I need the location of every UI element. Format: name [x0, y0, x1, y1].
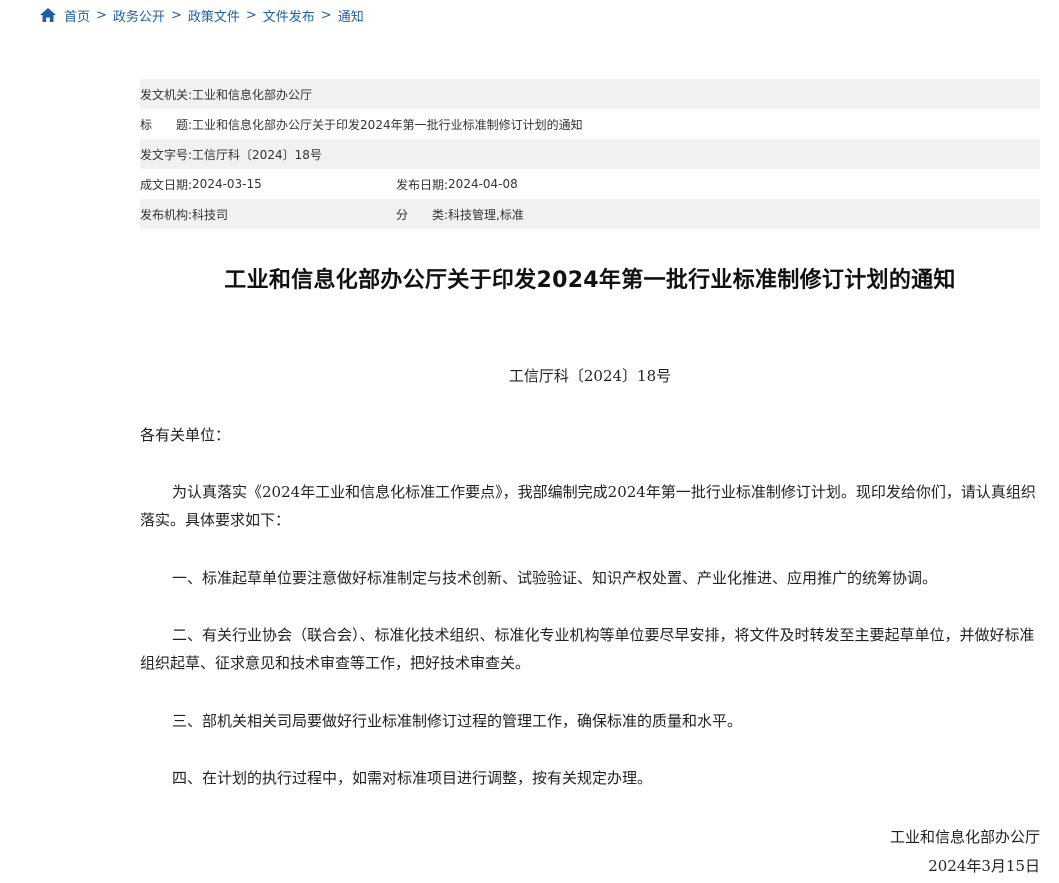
meta-row-title: 标 题: 工业和信息化部办公厅关于印发2024年第一批行业标准制修订计划的通知 — [140, 109, 1040, 139]
requirement-item-4: 四、在计划的执行过程中，如需对标准项目进行调整，按有关规定办理。 — [172, 769, 653, 787]
issuer-label: 发文机关: — [140, 87, 193, 102]
intro-paragraph: 为认真落实《2024年工业和信息化标准工作要点》，我部编制完成2024年第一批行… — [140, 483, 1036, 529]
published-date-label: 发布日期: — [396, 177, 449, 192]
title-value: 工业和信息化部办公厅关于印发2024年第一批行业标准制修订计划的通知 — [192, 117, 583, 132]
meta-row-issuer: 发文机关: 工业和信息化部办公厅 — [140, 79, 1040, 109]
meta-row-agency: 发布机构: 科技司 分 类: 科技管理,标准 — [140, 199, 1040, 229]
breadcrumb-separator: > — [170, 7, 182, 23]
signer: 工业和信息化部办公厅 — [889, 828, 1040, 846]
category-label: 分 类: — [396, 207, 449, 222]
document-number: 工信厅科〔2024〕18号 — [508, 367, 672, 385]
breadcrumb-policy-files-link[interactable]: 政策文件 — [188, 6, 240, 25]
published-date-value: 2024-04-08 — [448, 177, 518, 191]
breadcrumb-notice-link[interactable]: 通知 — [338, 6, 364, 25]
salutation: 各有关单位： — [140, 426, 231, 444]
requirement-item-1: 一、标准起草单位要注意做好标准制定与技术创新、试验验证、知识产权处置、产业化推进… — [172, 569, 938, 587]
breadcrumb-file-release-link[interactable]: 文件发布 — [263, 6, 315, 25]
meta-row-docno: 发文字号: 工信厅科〔2024〕18号 — [140, 139, 1040, 169]
breadcrumb-home-link[interactable]: 首页 — [64, 6, 90, 25]
breadcrumb: 首页 > 政务公开 > 政策文件 > 文件发布 > 通知 — [40, 5, 364, 25]
created-date-label: 成文日期: — [140, 177, 193, 192]
meta-row-dates: 成文日期: 2024-03-15 发布日期: 2024-04-08 — [140, 169, 1040, 199]
agency-value: 科技司 — [192, 207, 229, 222]
docno-label: 发文字号: — [140, 147, 193, 162]
breadcrumb-gov-affairs-link[interactable]: 政务公开 — [113, 6, 165, 25]
home-icon[interactable] — [40, 8, 56, 22]
breadcrumb-separator: > — [245, 7, 257, 23]
docno-value: 工信厅科〔2024〕18号 — [192, 147, 322, 162]
sign-date: 2024年3月15日 — [928, 857, 1040, 875]
requirement-item-3: 三、部机关相关司局要做好行业标准制修订过程的管理工作，确保标准的质量和水平。 — [172, 712, 743, 730]
document-title: 工业和信息化部办公厅关于印发2024年第一批行业标准制修订计划的通知 — [224, 268, 956, 293]
breadcrumb-separator: > — [96, 7, 107, 23]
category-value: 科技管理,标准 — [448, 207, 524, 222]
document-metadata-table: 发文机关: 工业和信息化部办公厅 标 题: 工业和信息化部办公厅关于印发2024… — [140, 79, 1040, 229]
issuer-value: 工业和信息化部办公厅 — [192, 87, 313, 102]
created-date-value: 2024-03-15 — [192, 177, 262, 191]
requirement-item-2: 二、有关行业协会（联合会）、标准化技术组织、标准化专业机构等单位要尽早安排，将文… — [140, 626, 1035, 672]
agency-label: 发布机构: — [140, 207, 193, 222]
title-label: 标 题: — [140, 117, 193, 132]
breadcrumb-separator: > — [320, 7, 332, 23]
